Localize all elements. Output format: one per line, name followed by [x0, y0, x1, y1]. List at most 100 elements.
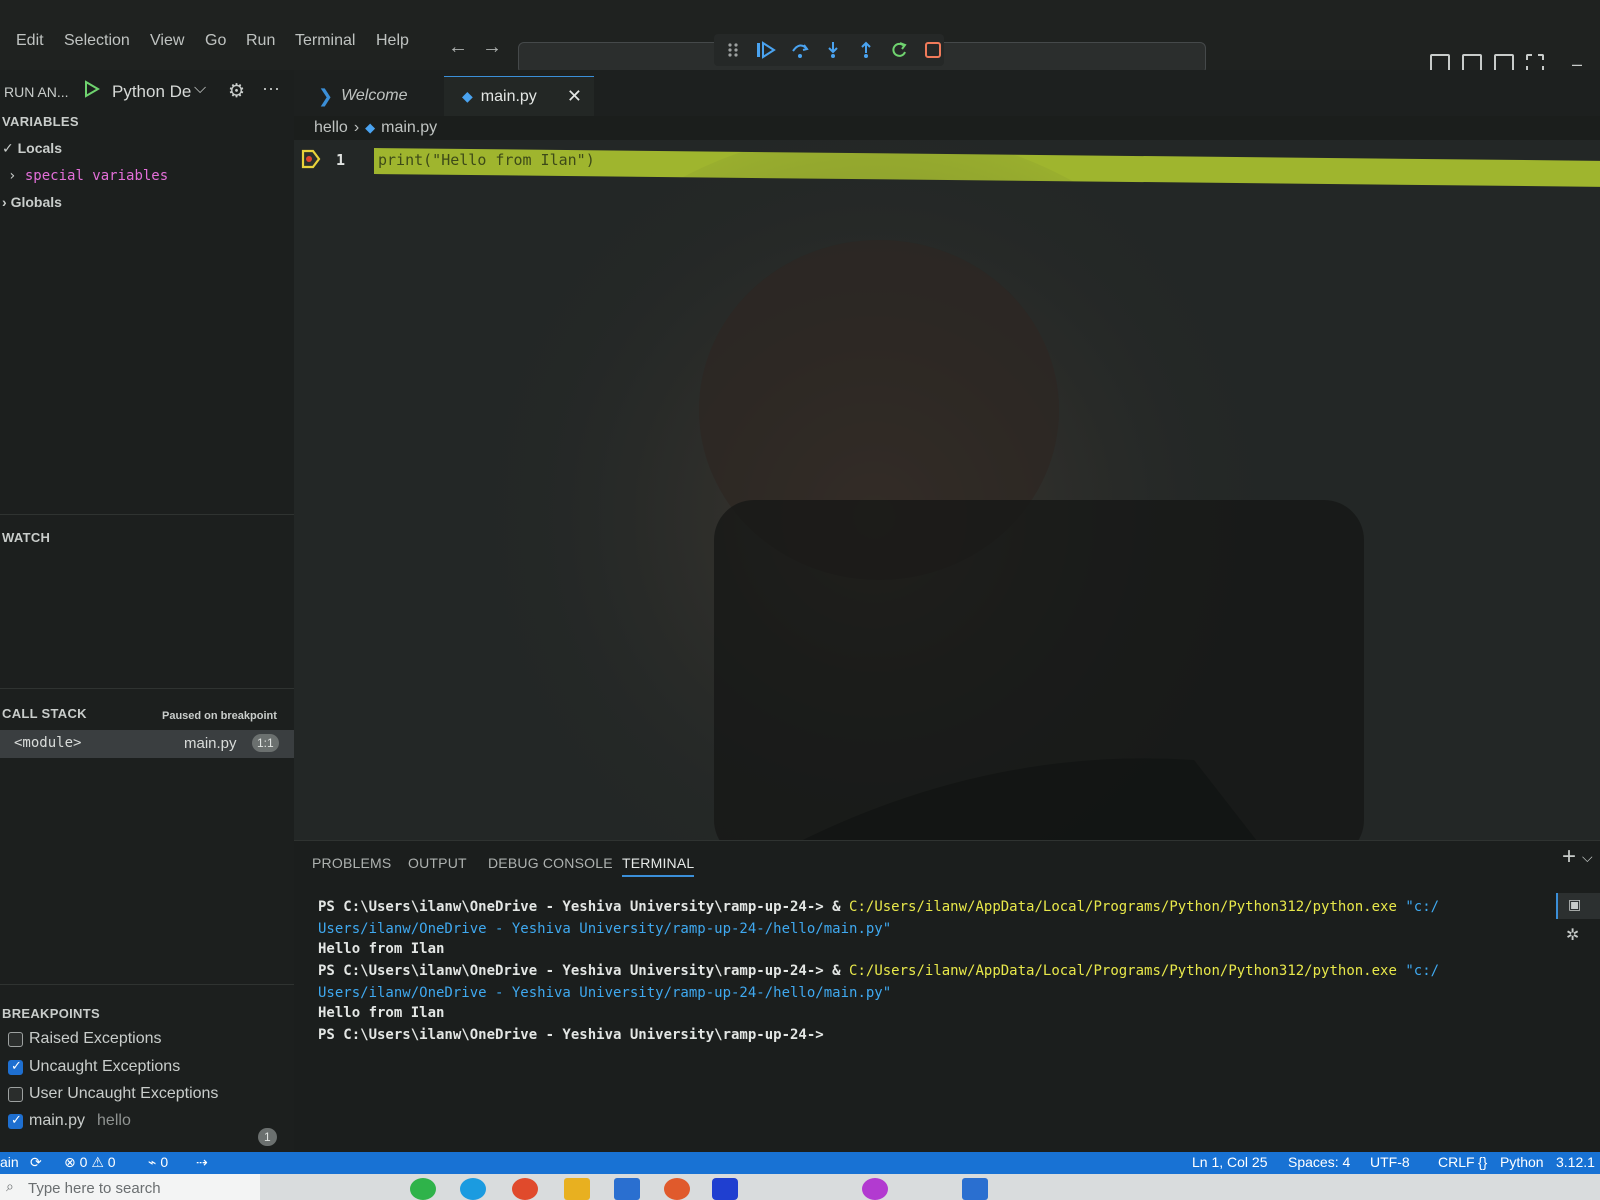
terminal-icon: ▣	[1568, 896, 1582, 912]
file-encoding[interactable]: UTF-8	[1370, 1154, 1410, 1170]
breakpoint-folder: hello	[97, 1112, 131, 1129]
special-variables-label: special variables	[24, 168, 169, 184]
terminal-command: C:/Users/ilanw/AppData/Local/Programs/Py…	[849, 899, 1397, 915]
special-variables-item[interactable]: › special variables	[8, 168, 168, 184]
vscode-taskbar-icon[interactable]	[712, 1178, 738, 1200]
terminal-command: C:/Users/ilanw/AppData/Local/Programs/Py…	[849, 963, 1397, 979]
chevron-down-icon[interactable]: ⌵	[194, 80, 206, 98]
step-over-icon[interactable]	[789, 39, 810, 61]
call-stack-section-title[interactable]: CALL STACK	[2, 706, 87, 721]
taskbar-search-input[interactable]: Type here to search	[0, 1174, 260, 1200]
bottom-panel: PROBLEMS OUTPUT DEBUG CONSOLE TERMINAL +…	[294, 840, 1600, 1152]
chevron-right-icon: ›	[353, 119, 360, 136]
whatsapp-icon[interactable]	[410, 1178, 436, 1200]
code-editor[interactable]: 1 print("Hello from Ilan")	[294, 140, 1600, 840]
forward-arrow-icon[interactable]: →	[482, 36, 502, 59]
indentation[interactable]: Spaces: 4	[1288, 1154, 1350, 1170]
menu-terminal[interactable]: Terminal	[295, 32, 355, 50]
restart-icon[interactable]	[889, 39, 910, 61]
back-arrow-icon[interactable]: ←	[448, 36, 468, 59]
checkbox[interactable]	[8, 1058, 23, 1075]
ports-count: 0	[160, 1154, 169, 1170]
gear-icon[interactable]: ⚙	[228, 80, 245, 103]
checkbox[interactable]	[8, 1112, 23, 1129]
breakpoint-user-uncaught-exceptions[interactable]: User Uncaught Exceptions	[8, 1085, 218, 1103]
chrome-icon[interactable]	[512, 1178, 538, 1200]
breakpoint-count-badge: 1	[258, 1128, 277, 1146]
problems-indicator[interactable]: ⊗ 0 ⚠ 0	[64, 1154, 116, 1171]
ports-indicator[interactable]: ⌁ 0	[148, 1154, 168, 1171]
tab-terminal[interactable]: TERMINAL	[622, 855, 695, 877]
new-terminal-icon[interactable]: +	[1562, 843, 1576, 871]
menu-view[interactable]: View	[150, 32, 184, 50]
chevron-right-icon: ›	[2, 194, 7, 210]
terminal-operator: &	[823, 963, 850, 979]
cursor-position[interactable]: Ln 1, Col 25	[1192, 1154, 1268, 1170]
tab-welcome[interactable]: ❯ Welcome	[308, 76, 448, 116]
menu-edit[interactable]: Edit	[16, 32, 44, 50]
braces-icon[interactable]: {}	[1478, 1154, 1487, 1170]
menu-run[interactable]: Run	[246, 32, 275, 50]
breakpoints-section-title[interactable]: BREAKPOINTS	[2, 1006, 100, 1021]
continue-icon[interactable]	[755, 39, 776, 61]
store-icon[interactable]	[614, 1178, 640, 1200]
app-icon[interactable]	[962, 1178, 988, 1200]
start-debugging-icon[interactable]	[84, 80, 100, 103]
debug-icon[interactable]: ✲	[1566, 925, 1579, 945]
call-stack-frame[interactable]: <module> main.py 1:1	[0, 730, 294, 758]
variables-section-title[interactable]: VARIABLES	[2, 114, 79, 129]
menu-go[interactable]: Go	[205, 32, 226, 50]
language-mode[interactable]: Python	[1500, 1154, 1544, 1170]
watch-section-title[interactable]: WATCH	[2, 530, 50, 545]
edge-icon[interactable]	[460, 1178, 486, 1200]
stop-icon[interactable]	[923, 39, 944, 61]
git-branch[interactable]: ain	[0, 1154, 19, 1170]
breakpoint-raised-exceptions[interactable]: Raised Exceptions	[8, 1030, 162, 1048]
terminal-line: Users/ilanw/OneDrive - Yeshiva Universit…	[318, 985, 892, 1001]
breakpoint-label: User Uncaught Exceptions	[29, 1085, 219, 1102]
run-and-debug-sidebar: RUN AN... Python De ⌵ ⚙ ··· VARIABLES ✓ …	[0, 70, 294, 1152]
file-explorer-icon[interactable]	[564, 1178, 590, 1200]
breakpoint-uncaught-exceptions[interactable]: Uncaught Exceptions	[8, 1058, 180, 1076]
step-into-icon[interactable]	[822, 39, 843, 61]
tab-main-py[interactable]: ◆ main.py ✕	[444, 76, 594, 116]
code-line[interactable]: print("Hello from Ilan")	[378, 151, 595, 169]
globals-scope[interactable]: › Globals	[2, 194, 62, 210]
debug-config-select[interactable]: Python De	[112, 82, 191, 102]
chevron-down-icon[interactable]: ⌵	[1582, 849, 1593, 866]
menu-selection[interactable]: Selection	[64, 32, 130, 50]
breadcrumb-file[interactable]: main.py	[381, 119, 437, 137]
breakpoint-arrow-icon[interactable]	[300, 148, 322, 175]
drag-handle-icon[interactable]	[722, 39, 743, 61]
terminal-prompt[interactable]: PS C:\Users\ilanw\OneDrive - Yeshiva Uni…	[318, 1027, 824, 1043]
title-bar: Edit Selection View Go Run Terminal Help…	[0, 0, 1600, 74]
app-icon[interactable]	[862, 1178, 888, 1200]
breadcrumb-folder[interactable]: hello	[314, 119, 348, 137]
app-icon[interactable]	[664, 1178, 690, 1200]
section-divider	[0, 688, 294, 689]
vscode-logo-icon: ❯	[318, 85, 334, 106]
terminal-list-item[interactable]: ▣	[1556, 893, 1600, 919]
step-out-icon[interactable]	[856, 39, 877, 61]
line-endings[interactable]: CRLF	[1438, 1154, 1475, 1170]
locals-scope[interactable]: ✓ Locals	[2, 140, 62, 157]
checkbox[interactable]	[8, 1086, 23, 1102]
close-icon[interactable]: ✕	[567, 86, 582, 107]
menu-help[interactable]: Help	[376, 32, 409, 50]
breadcrumb: hello › ◆ main.py	[314, 116, 437, 140]
debug-launch-icon[interactable]: ⇢	[196, 1154, 208, 1171]
python-file-icon: ◆	[462, 88, 473, 104]
breakpoint-main-py[interactable]: main.py hello	[8, 1112, 131, 1130]
locals-label: Locals	[17, 140, 62, 156]
line-number: 1	[336, 151, 346, 169]
tab-problems[interactable]: PROBLEMS	[312, 855, 391, 871]
tab-label: main.py	[480, 87, 537, 105]
sync-icon[interactable]: ⟳	[30, 1154, 42, 1171]
python-version[interactable]: 3.12.1	[1556, 1154, 1595, 1170]
tab-debug-console[interactable]: DEBUG CONSOLE	[488, 855, 613, 871]
more-actions-icon[interactable]: ···	[262, 78, 280, 99]
terminal-argument: "c:/	[1396, 963, 1440, 979]
checkbox[interactable]	[8, 1031, 23, 1047]
chevron-down-icon: ✓	[2, 140, 14, 156]
tab-output[interactable]: OUTPUT	[408, 855, 467, 871]
